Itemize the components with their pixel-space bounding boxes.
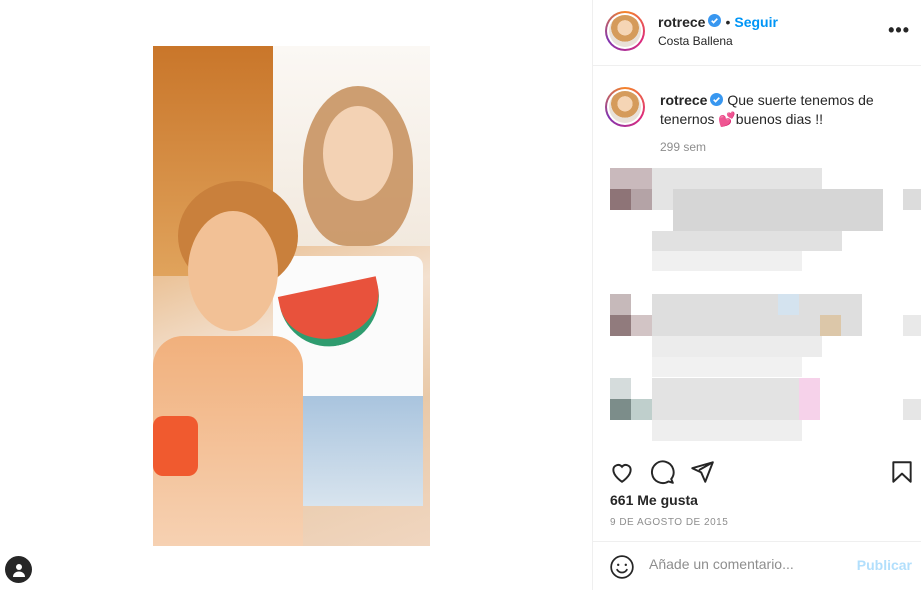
author-username[interactable]: rotrece <box>658 14 705 30</box>
post-location[interactable]: Costa Ballena <box>658 34 733 48</box>
post-date[interactable]: 9 DE AGOSTO DE 2015 <box>610 517 728 528</box>
comment-input[interactable] <box>649 556 849 572</box>
user-glyph <box>12 563 25 577</box>
heart-icon[interactable] <box>609 459 635 485</box>
author-avatar[interactable] <box>605 11 645 51</box>
more-options-icon[interactable]: ••• <box>888 20 910 41</box>
caption: rotrece Que suerte tenemos de tenernos 💕… <box>660 91 910 128</box>
publish-button[interactable]: Publicar <box>857 557 912 573</box>
likes-count[interactable]: 661 Me gusta <box>610 492 698 508</box>
caption-avatar[interactable] <box>605 87 645 127</box>
caption-time[interactable]: 299 sem <box>660 140 706 154</box>
post-header: rotrece • Seguir Costa Ballena ••• <box>593 0 921 66</box>
photo-face-right <box>323 106 393 201</box>
header-line: rotrece • Seguir <box>658 14 778 32</box>
bookmark-icon[interactable] <box>889 459 915 485</box>
follow-button[interactable]: Seguir <box>734 14 778 30</box>
comment-bar: Publicar <box>593 541 921 590</box>
media-area <box>0 0 592 590</box>
photo-face-left <box>188 211 278 331</box>
caption-username[interactable]: rotrece <box>660 92 707 108</box>
action-bar <box>593 452 921 492</box>
verified-badge-icon <box>710 92 724 110</box>
photo-bikini <box>153 416 198 476</box>
post-page: rotrece • Seguir Costa Ballena ••• rotrece… <box>0 0 921 590</box>
post-side-panel: rotrece • Seguir Costa Ballena ••• rotrece… <box>592 0 921 590</box>
photo-shorts <box>303 396 423 506</box>
separator-dot: • <box>725 14 731 31</box>
comment-icon[interactable] <box>649 459 675 485</box>
emoji-icon[interactable] <box>609 554 635 580</box>
comments-area: rotrece Que suerte tenemos de tenernos 💕… <box>593 67 921 447</box>
verified-badge-icon <box>708 14 722 32</box>
share-icon[interactable] <box>689 459 715 485</box>
user-icon[interactable] <box>5 556 32 583</box>
post-photo[interactable] <box>153 46 430 546</box>
